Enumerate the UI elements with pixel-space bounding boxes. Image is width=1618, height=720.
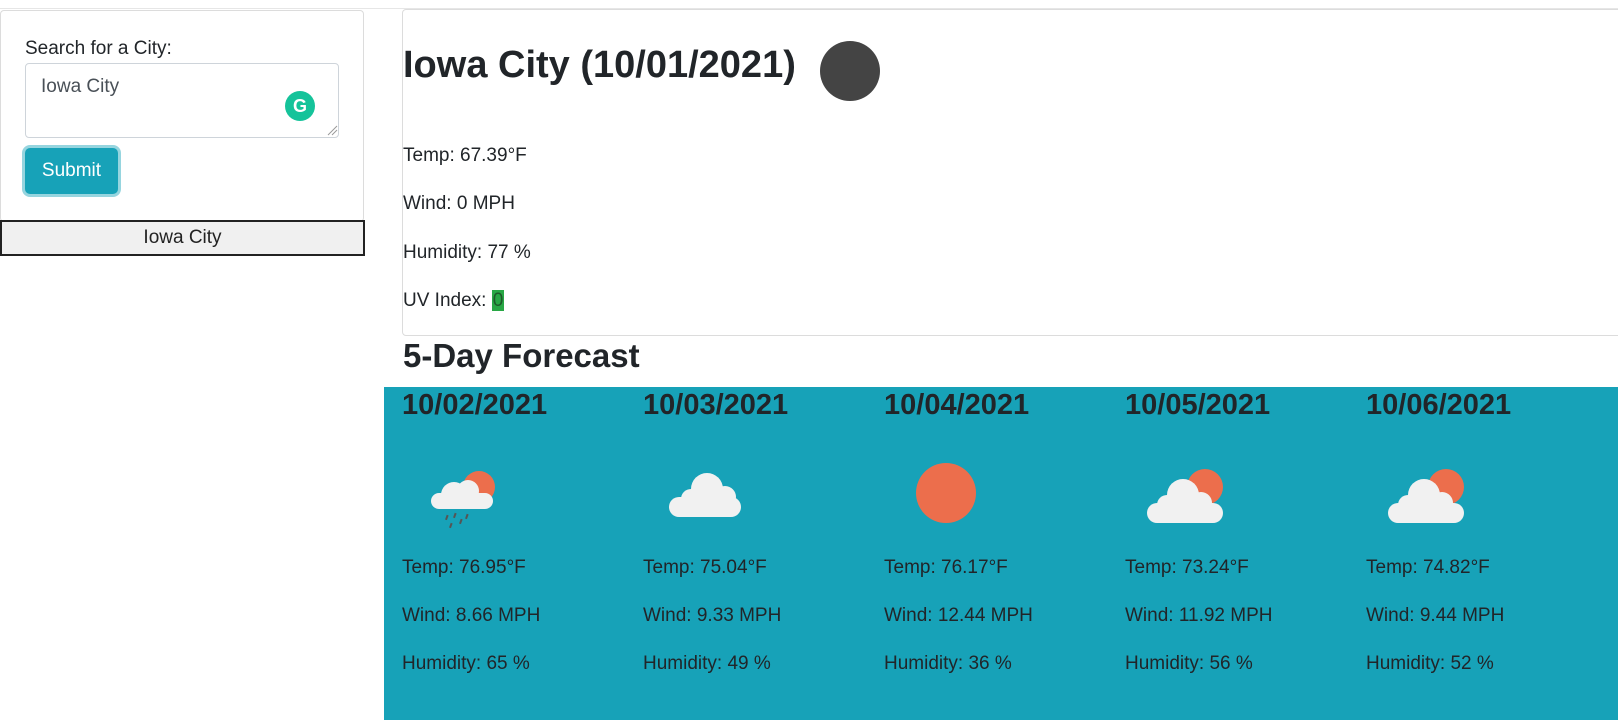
night-clear-icon xyxy=(820,41,880,101)
forecast-wind: Wind: 9.33 MPH xyxy=(643,605,782,626)
rain-cloud-sun-icon xyxy=(431,471,495,529)
current-temp: Temp: 67.39°F xyxy=(403,145,527,166)
forecast-humidity: Humidity: 36 % xyxy=(884,653,1012,674)
submit-button[interactable]: Submit xyxy=(25,148,118,194)
current-humidity: Humidity: 77 % xyxy=(403,242,531,263)
resize-handle-icon[interactable] xyxy=(326,124,338,136)
forecast-temp: Temp: 76.17°F xyxy=(884,557,1008,578)
forecast-date: 10/05/2021 xyxy=(1125,389,1271,421)
forecast-temp: Temp: 75.04°F xyxy=(643,557,767,578)
cloud-icon xyxy=(669,473,741,517)
uv-label: UV Index: xyxy=(403,290,492,311)
forecast-day: 10/05/2021 Temp: 73.24°F Wind: 11.92 MPH… xyxy=(1107,387,1348,720)
forecast-humidity: Humidity: 56 % xyxy=(1125,653,1253,674)
forecast-panel: 10/02/2021 Temp: 76.95°F Wind: 8.66 MPH … xyxy=(384,387,1618,720)
forecast-wind: Wind: 8.66 MPH xyxy=(402,605,541,626)
history-city-button[interactable]: Iowa City xyxy=(0,220,365,256)
forecast-wind: Wind: 11.92 MPH xyxy=(1125,605,1273,626)
forecast-humidity: Humidity: 49 % xyxy=(643,653,771,674)
search-label: Search for a City: xyxy=(25,38,172,59)
forecast-title: 5-Day Forecast xyxy=(403,337,640,374)
cloud-sun-icon xyxy=(1388,469,1464,523)
top-border xyxy=(0,0,1618,9)
forecast-humidity: Humidity: 52 % xyxy=(1366,653,1494,674)
uv-badge: 0 xyxy=(491,290,505,311)
forecast-wind: Wind: 9.44 MPH xyxy=(1366,605,1505,626)
forecast-wind: Wind: 12.44 MPH xyxy=(884,605,1033,626)
forecast-date: 10/02/2021 xyxy=(402,389,548,421)
forecast-date: 10/06/2021 xyxy=(1366,389,1512,421)
forecast-temp: Temp: 76.95°F xyxy=(402,557,526,578)
forecast-day: 10/03/2021 Temp: 75.04°F Wind: 9.33 MPH … xyxy=(625,387,866,720)
forecast-day: 10/06/2021 Temp: 74.82°F Wind: 9.44 MPH … xyxy=(1348,387,1589,720)
current-wind: Wind: 0 MPH xyxy=(403,193,515,214)
city-title: Iowa City (10/01/2021) xyxy=(403,44,796,86)
forecast-day: 10/02/2021 Temp: 76.95°F Wind: 8.66 MPH … xyxy=(384,387,625,720)
current-uv: UV Index: 0 xyxy=(403,290,505,312)
forecast-temp: Temp: 73.24°F xyxy=(1125,557,1249,578)
forecast-temp: Temp: 74.82°F xyxy=(1366,557,1490,578)
forecast-humidity: Humidity: 65 % xyxy=(402,653,530,674)
forecast-day: 10/04/2021 Temp: 76.17°F Wind: 12.44 MPH… xyxy=(866,387,1107,720)
sun-icon xyxy=(916,463,976,523)
forecast-date: 10/04/2021 xyxy=(884,389,1030,421)
grammarly-icon[interactable]: G xyxy=(285,91,315,121)
cloud-sun-icon xyxy=(1147,469,1223,523)
forecast-date: 10/03/2021 xyxy=(643,389,789,421)
